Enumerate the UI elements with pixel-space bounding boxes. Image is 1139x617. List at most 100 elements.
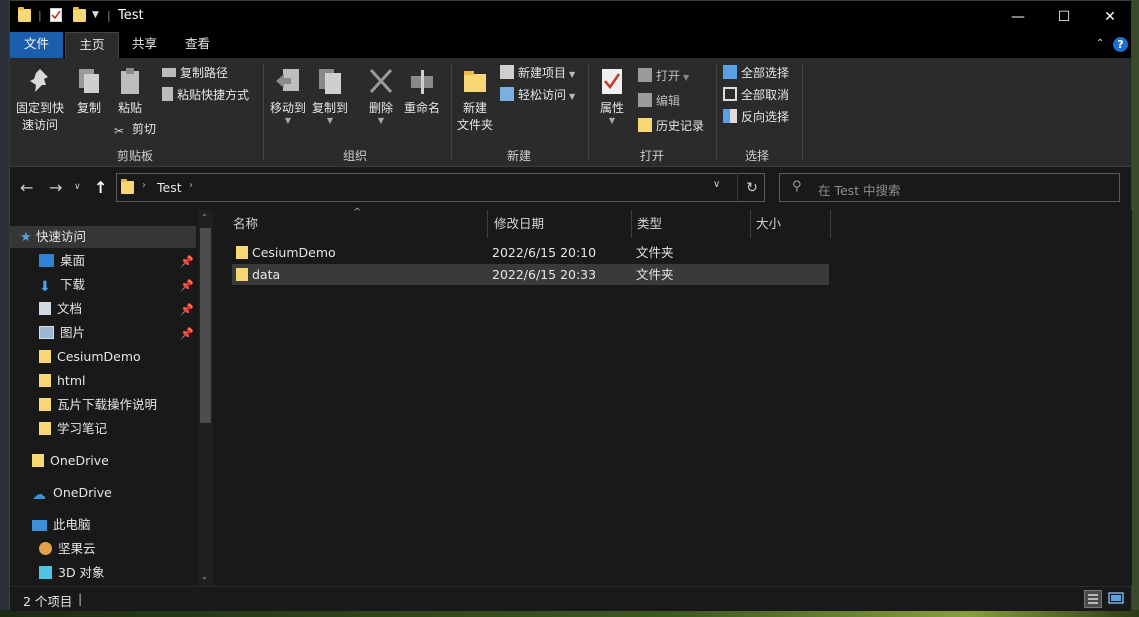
nav-item-html[interactable]: html: [39, 369, 85, 393]
ribbon: 固定到快 速访问 复制 粘贴 复制路径 粘贴快捷方式 ✂ 剪切 剪贴板 移动到 …: [10, 58, 1131, 167]
close-button[interactable]: ✕: [1087, 1, 1133, 32]
history-button[interactable]: 历史记录: [638, 116, 704, 136]
tab-view[interactable]: 查看: [171, 32, 224, 58]
easy-access-button[interactable]: 轻松访问 ▼: [500, 85, 575, 105]
rename-label: 重命名: [403, 101, 440, 115]
properties-icon[interactable]: [50, 8, 62, 22]
forward-arrow-icon[interactable]: →: [49, 178, 62, 197]
file-row-selected[interactable]: data 2022/6/15 20:33 文件夹: [232, 264, 829, 285]
delete-button[interactable]: 删除 ▼: [364, 66, 398, 125]
breadcrumb-chevron-icon[interactable]: ›: [142, 180, 146, 191]
scroll-up-icon[interactable]: ⌃: [201, 213, 208, 222]
open-button[interactable]: 打开 ▼: [638, 66, 689, 86]
folder-icon: [236, 268, 248, 281]
star-icon: ★: [20, 230, 32, 245]
scroll-down-icon[interactable]: ⌄: [201, 572, 208, 581]
address-history-chevron-icon[interactable]: ∨: [713, 179, 720, 190]
minimize-button[interactable]: —: [995, 1, 1041, 32]
breadcrumb-chevron-icon[interactable]: ›: [189, 180, 193, 191]
pin-icon[interactable]: 📌: [180, 279, 194, 292]
edit-icon: [638, 93, 652, 107]
properties-button[interactable]: 属性 ▼: [594, 66, 630, 125]
scrollbar-thumb[interactable]: [200, 228, 211, 423]
copy-label: 复制: [76, 101, 101, 115]
folder-icon: [39, 422, 51, 435]
new-folder-icon[interactable]: [73, 7, 86, 22]
folder-icon: [236, 246, 248, 259]
select-none-button[interactable]: 全部取消: [723, 85, 789, 105]
copy-to-button[interactable]: 复制到 ▼: [310, 66, 350, 125]
qat-dropdown-icon[interactable]: ▼: [92, 10, 99, 20]
nav-item-desktop[interactable]: 桌面: [39, 249, 85, 273]
tab-home[interactable]: 主页: [65, 32, 119, 58]
column-header-name[interactable]: 名称: [215, 210, 487, 238]
chevron-down-icon: ▼: [608, 116, 616, 125]
pin-icon[interactable]: 📌: [180, 327, 194, 340]
tab-file[interactable]: 文件: [10, 32, 63, 58]
nav-item-downloads[interactable]: ⬇ 下载: [39, 273, 85, 297]
nav-this-pc[interactable]: 此电脑: [32, 513, 91, 537]
help-icon[interactable]: ?: [1113, 37, 1128, 52]
new-item-button[interactable]: 新建项目 ▼: [500, 63, 575, 83]
nut-icon: [39, 542, 52, 555]
copy-path-button[interactable]: 复制路径: [162, 63, 228, 83]
open-group-label: 打开: [639, 149, 664, 163]
chevron-down-icon: ▼: [569, 92, 576, 101]
copy-to-label: 复制到: [311, 101, 348, 115]
maximize-button[interactable]: ☐: [1041, 1, 1087, 32]
invert-selection-icon: [723, 109, 737, 123]
new-folder-button[interactable]: 新建 文件夹: [455, 66, 495, 134]
paste-label: 粘贴: [117, 101, 142, 115]
nav-item-study-notes[interactable]: 学习笔记: [39, 417, 107, 441]
invert-selection-button[interactable]: 反向选择: [723, 107, 789, 127]
edit-button[interactable]: 编辑: [638, 91, 680, 111]
nav-quick-access[interactable]: ★ 快速访问: [20, 225, 86, 249]
rename-button[interactable]: 重命名: [402, 66, 442, 117]
pin-icon[interactable]: 📌: [180, 303, 194, 316]
file-row[interactable]: CesiumDemo 2022/6/15 20:10 文件夹: [232, 242, 829, 263]
copy-button[interactable]: 复制: [72, 66, 106, 117]
pin-label-2: 速访问: [21, 118, 58, 132]
move-to-button[interactable]: 移动到 ▼: [268, 66, 308, 125]
search-input[interactable]: ⚲ 在 Test 中搜索: [779, 173, 1120, 202]
pin-to-quick-access-button[interactable]: 固定到快 速访问: [15, 66, 65, 134]
column-divider[interactable]: [830, 210, 831, 238]
history-icon: [638, 118, 652, 132]
column-header-type[interactable]: 类型: [619, 210, 738, 238]
nav-jianguoyun[interactable]: 坚果云: [39, 537, 96, 561]
paste-shortcut-button[interactable]: 粘贴快捷方式: [162, 85, 249, 105]
nav-onedrive-personal[interactable]: OneDrive: [32, 449, 109, 473]
qat-separator: |: [38, 9, 42, 22]
nav-item-tile-download-guide[interactable]: 瓦片下载操作说明: [39, 393, 157, 417]
breadcrumb-test[interactable]: Test: [157, 180, 182, 195]
group-divider: [451, 64, 452, 160]
folder-icon: [39, 398, 51, 411]
scissors-icon: ✂: [114, 124, 125, 138]
pin-icon[interactable]: 📌: [180, 255, 194, 268]
address-bar[interactable]: › Test › ∨: [116, 173, 765, 202]
details-view-icon[interactable]: [1084, 590, 1102, 608]
cut-button[interactable]: ✂ 剪切: [114, 119, 156, 139]
nav-pane-scrollbar[interactable]: ⌃ ⌄: [198, 210, 213, 586]
column-header-size[interactable]: 大小: [738, 210, 830, 238]
collapse-ribbon-icon[interactable]: ⌃: [1096, 38, 1104, 49]
nav-item-cesiumdemo[interactable]: CesiumDemo: [39, 345, 141, 369]
tab-share[interactable]: 共享: [118, 32, 171, 58]
file-modified: 2022/6/15 20:10: [492, 245, 597, 260]
back-arrow-icon[interactable]: ←: [20, 178, 33, 197]
large-icons-view-icon[interactable]: [1107, 590, 1125, 608]
select-all-button[interactable]: 全部选择: [723, 63, 789, 83]
group-divider: [588, 64, 589, 160]
navigation-bar: ← → ∨ ↑ › Test › ∨ ↻ ⚲ 在 Test 中搜索: [10, 167, 1131, 209]
title-separator: |: [107, 9, 111, 22]
nav-3d-objects[interactable]: 3D 对象: [39, 561, 105, 585]
column-header-modified[interactable]: 修改日期: [476, 210, 619, 238]
desktop-background-left: [0, 0, 9, 617]
paste-button[interactable]: 粘贴: [113, 66, 147, 117]
refresh-icon[interactable]: ↻: [737, 173, 766, 202]
nav-onedrive[interactable]: ☁ OneDrive: [32, 481, 112, 505]
nav-item-pictures[interactable]: 图片: [39, 321, 85, 345]
up-arrow-icon[interactable]: ↑: [94, 178, 107, 197]
recent-locations-chevron-icon[interactable]: ∨: [74, 182, 81, 192]
nav-item-documents[interactable]: 文档: [39, 297, 82, 321]
